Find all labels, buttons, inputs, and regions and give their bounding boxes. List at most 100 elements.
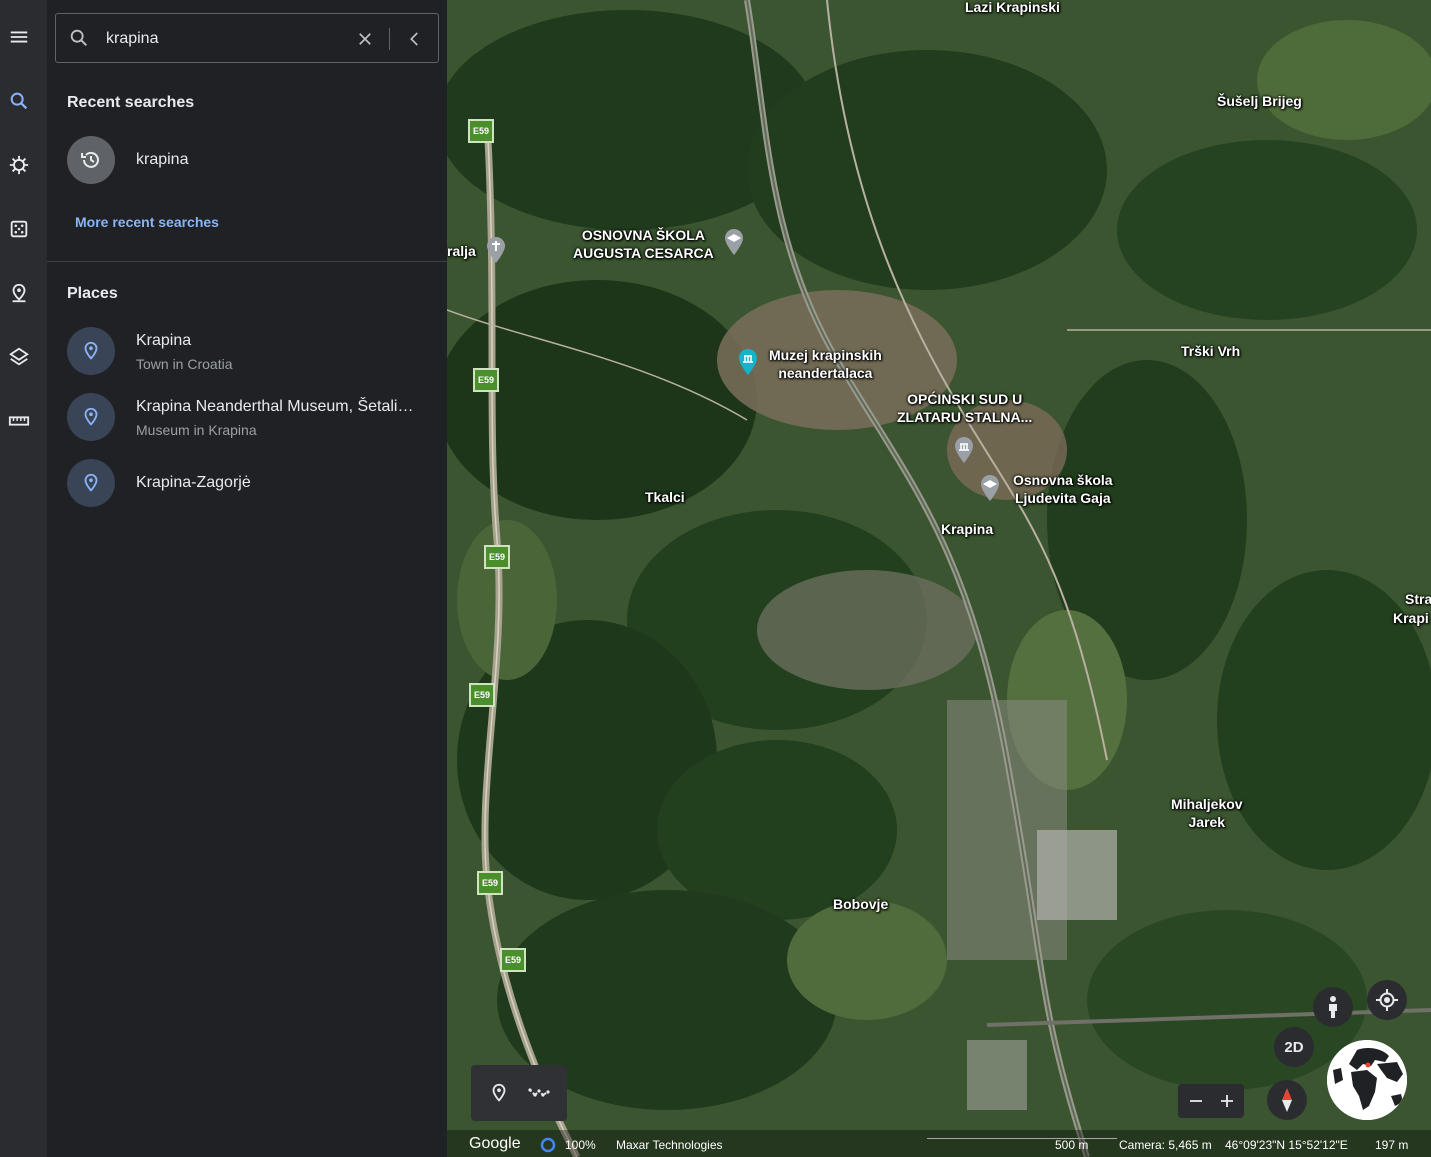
place-title: Krapina [136, 332, 192, 349]
label-line: OSNOVNA ŠKOLA [581, 227, 705, 243]
add-placemark-button[interactable] [485, 1079, 513, 1107]
measure-icon [8, 416, 30, 426]
search-icon [10, 92, 28, 110]
place-subtitle: Museum in Krapina [136, 422, 257, 438]
road-shield-e59: E59 [469, 683, 495, 707]
my-location-button[interactable] [1367, 980, 1407, 1020]
compass-button[interactable] [1267, 1080, 1307, 1120]
elevation: 197 m [1375, 1138, 1409, 1152]
place-item-county[interactable]: Krapina-Zagorjė [47, 452, 447, 514]
my-location-icon [1376, 989, 1398, 1011]
scale-label: 500 m [1055, 1138, 1089, 1152]
map-label-trski-vrh: Trški Vrh [1181, 343, 1241, 359]
panel-divider [47, 261, 447, 262]
map-label-suselj: Šušelj Brijeg [1217, 93, 1302, 109]
map-label-opcinski-sud: OPĆINSKI SUD U ZLATARU STALNA... [897, 390, 1032, 426]
compass-icon [1282, 1088, 1292, 1112]
museum-pin-icon[interactable] [737, 348, 759, 376]
place-pin-icon [67, 327, 115, 375]
school-pin-icon[interactable] [723, 228, 745, 256]
label-line: Jarek [1188, 814, 1226, 830]
road-shield-e59: E59 [500, 948, 526, 972]
close-icon [359, 33, 371, 45]
label-line: Ljudevita Gaja [1014, 490, 1111, 506]
left-rail [0, 0, 47, 1157]
loading-circle-icon [540, 1137, 556, 1153]
map-label-ralja: ralja [447, 243, 476, 259]
coordinates: 46°09'23"N 15°52'12"E [1225, 1138, 1348, 1152]
map-label-krapi: Krapi [1393, 610, 1429, 626]
map-label-lazi: Lazi Krapinski [965, 0, 1060, 15]
courthouse-pin-icon[interactable] [953, 436, 975, 464]
menu-button[interactable] [4, 22, 34, 52]
google-logo: Google [469, 1135, 521, 1152]
clear-search-button[interactable] [352, 26, 378, 52]
collapse-panel-button[interactable] [402, 26, 428, 52]
map-style-button[interactable] [4, 342, 34, 372]
label-line: ZLATARU STALNA... [897, 409, 1033, 425]
place-subtitle: Town in Croatia [136, 356, 233, 372]
label-line: OPĆINSKI SUD U [907, 391, 1023, 407]
placemark-icon [492, 1083, 506, 1102]
history-icon [67, 136, 115, 184]
load-percent: 100% [565, 1138, 596, 1152]
zoom-controls [1178, 1084, 1244, 1118]
drawing-tools [471, 1065, 567, 1121]
voyager-button[interactable] [4, 150, 34, 180]
label-line: Osnovna škola [1013, 472, 1113, 488]
globe-minimap[interactable] [1327, 1040, 1407, 1120]
map-label-krapina: Krapina [941, 521, 994, 537]
minus-icon [1190, 1100, 1202, 1102]
places-heading: Places [67, 285, 118, 302]
place-item-krapina[interactable]: Krapina Town in Croatia [47, 320, 447, 382]
road-shield-e59: E59 [468, 119, 494, 143]
projects-icon [12, 283, 26, 303]
toggle-2d-button[interactable]: 2D [1274, 1027, 1314, 1067]
street-view-button[interactable] [1313, 987, 1353, 1027]
satellite-imagery [447, 0, 1431, 1157]
place-item-museum[interactable]: Krapina Neanderthal Museum, Šetali… Muse… [47, 386, 447, 448]
pegman-icon [1329, 996, 1337, 1018]
zoom-out-button[interactable] [1182, 1087, 1210, 1115]
label-line: AUGUSTA CESARCA [573, 245, 714, 261]
more-recent-searches-link[interactable]: More recent searches [75, 214, 219, 230]
search-rail-button[interactable] [4, 86, 34, 116]
recent-search-item[interactable]: krapina [47, 129, 447, 191]
map-viewport[interactable]: Lazi Krapinski Šušelj Brijeg ralja OSNOV… [447, 0, 1431, 1157]
status-bar: Google 100% Maxar Technologies 500 m Cam… [447, 1130, 1431, 1157]
chevron-left-icon [410, 32, 418, 46]
search-box [55, 13, 439, 63]
camera-altitude: Camera: 5,465 m [1119, 1138, 1212, 1152]
label-line: Mihaljekov [1171, 796, 1243, 812]
place-pin-icon [67, 459, 115, 507]
projects-button[interactable] [4, 278, 34, 308]
label-line: Muzej krapinskih [769, 347, 882, 363]
label-line: neandertalaca [778, 365, 873, 381]
plus-icon [1221, 1095, 1233, 1107]
measure-button[interactable] [4, 406, 34, 436]
map-style-icon [9, 347, 29, 366]
map-label-tkalci: Tkalci [645, 489, 685, 505]
feeling-lucky-button[interactable] [4, 214, 34, 244]
globe-icon [1327, 1040, 1407, 1120]
map-label-bobovje: Bobovje [833, 896, 889, 912]
road-shield-e59: E59 [484, 545, 510, 569]
menu-icon [10, 31, 28, 43]
church-pin-icon[interactable] [485, 236, 507, 264]
road-shield-e59: E59 [477, 871, 503, 895]
feeling-lucky-icon [10, 220, 28, 238]
google-earth-app: Recent searches krapina More recent sear… [0, 0, 1431, 1157]
path-icon [528, 1088, 550, 1097]
voyager-icon [9, 155, 29, 175]
place-title: Krapina-Zagorjė [136, 474, 251, 491]
imagery-attribution[interactable]: Maxar Technologies [616, 1138, 723, 1152]
school-pin-icon[interactable] [979, 474, 1001, 502]
recent-searches-heading: Recent searches [67, 94, 195, 111]
search-input[interactable] [106, 26, 336, 52]
map-label-muzej: Muzej krapinskih neandertalaca [769, 346, 882, 382]
map-label-osnovna-skola-gaja: Osnovna škola Ljudevita Gaja [1013, 471, 1113, 507]
place-title: Krapina Neanderthal Museum, Šetali… [136, 398, 414, 415]
place-pin-icon [67, 393, 115, 441]
draw-path-button[interactable] [525, 1079, 553, 1107]
zoom-in-button[interactable] [1213, 1087, 1241, 1115]
